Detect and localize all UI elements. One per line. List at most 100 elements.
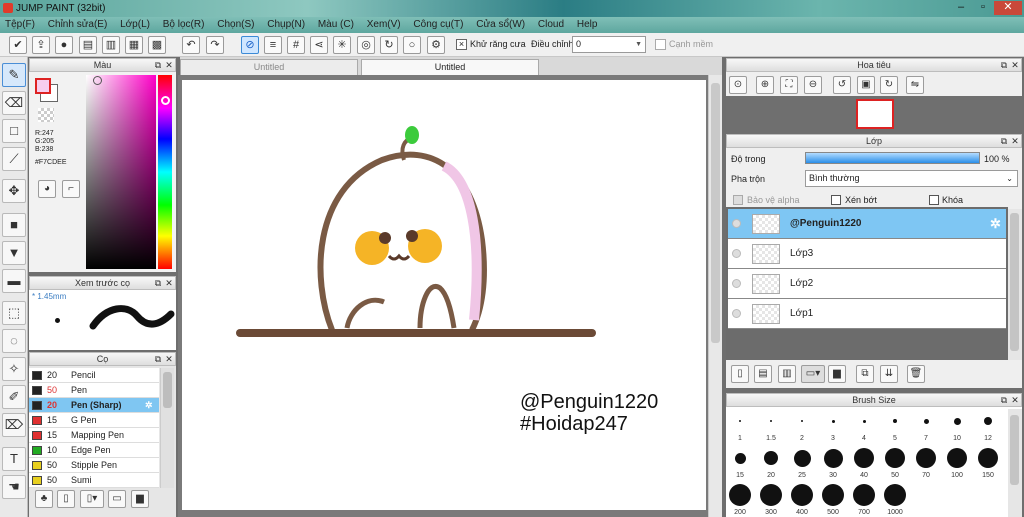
layer-row[interactable]: Lớp2 (728, 269, 1006, 299)
brush-size-dot[interactable] (801, 420, 803, 422)
menu-tools[interactable]: Công cụ(T) (408, 17, 468, 33)
brush-size-dot[interactable] (862, 419, 866, 423)
brush-item[interactable]: 50 Stipple Pen (29, 458, 159, 473)
brush-material-icon[interactable]: ♣ (35, 490, 53, 508)
share-icon[interactable]: ⇪ (32, 36, 50, 54)
reset-rotation-icon[interactable]: ▣ (857, 76, 875, 94)
close-panel-icon[interactable]: ✕ (164, 277, 174, 289)
menu-cloud[interactable]: Cloud (533, 17, 569, 33)
no-snap-icon[interactable]: ⊘ (241, 36, 259, 54)
hue-slider-handle[interactable] (161, 96, 170, 105)
cloud-icon[interactable]: ✔ (9, 36, 27, 54)
brush-list-scrollbar[interactable] (160, 368, 174, 488)
layer-folder-icon[interactable]: ▆ (828, 365, 846, 383)
brush-tool-icon[interactable]: ✎ (2, 63, 26, 87)
palette-icon[interactable]: ◕ (38, 180, 56, 198)
page-icon[interactable]: ▥ (102, 36, 120, 54)
scrollbar-thumb[interactable] (1010, 415, 1019, 485)
undock-icon[interactable]: ⧉ (999, 394, 1009, 406)
copy-brush-icon[interactable]: ▭ (108, 490, 126, 508)
rotate-left-icon[interactable]: ↺ (833, 76, 851, 94)
brush-size-scrollbar[interactable] (1008, 409, 1022, 517)
layer-list-scrollbar[interactable] (1008, 209, 1022, 360)
color-picker-cursor[interactable] (93, 76, 102, 85)
visibility-toggle[interactable] (732, 279, 741, 288)
grid-page-icon[interactable]: ▦ (125, 36, 143, 54)
brush-size-dot[interactable] (791, 484, 813, 506)
opacity-slider[interactable] (805, 152, 980, 164)
flip-icon[interactable]: ⇋ (906, 76, 924, 94)
scrollbar-thumb[interactable] (711, 83, 720, 343)
brush-size-dot[interactable] (793, 449, 811, 467)
eyedropper-icon[interactable]: ⌐ (62, 180, 80, 198)
visibility-toggle[interactable] (732, 249, 741, 258)
brush-item[interactable]: 50 Sumi (29, 473, 159, 488)
transparent-color-swatch[interactable] (38, 108, 54, 122)
menu-select[interactable]: Chọn(S) (212, 17, 259, 33)
close-panel-icon[interactable]: ✕ (1010, 135, 1020, 147)
menu-color[interactable]: Màu (C) (313, 17, 359, 33)
adjust-input[interactable]: 0 ▼ (572, 36, 646, 53)
brush-size-dot[interactable] (823, 448, 843, 468)
brush-size-dot[interactable] (978, 448, 998, 468)
brush-item[interactable]: 20 Pencil (29, 368, 159, 383)
zoom-out-icon[interactable]: ⊖ (804, 76, 822, 94)
brush-size-dot[interactable] (947, 448, 967, 468)
brush-size-dot[interactable] (853, 484, 875, 506)
brush-size-dot[interactable] (893, 419, 897, 423)
select-eraser-tool-icon[interactable]: ⌦ (2, 413, 26, 437)
layer-type-menu-icon[interactable]: ▭▾ (801, 365, 825, 383)
brush-size-dot[interactable] (770, 420, 772, 422)
layer-row[interactable]: @Penguin1220 ✲ (728, 209, 1006, 239)
brush-size-dot[interactable] (953, 417, 961, 425)
antialias-checkbox[interactable]: × (456, 39, 467, 50)
drawing-canvas[interactable]: @Penguin1220 #Hoidap247 (182, 80, 706, 510)
undock-icon[interactable]: ⧉ (153, 59, 163, 71)
navigator-thumbnail[interactable] (856, 99, 894, 129)
brush-item[interactable]: 10 Edge Pen (29, 443, 159, 458)
close-panel-icon[interactable]: ✕ (164, 353, 174, 365)
fill-rect-tool-icon[interactable]: ■ (2, 213, 26, 237)
scrollbar-thumb[interactable] (163, 372, 172, 408)
saturation-value-picker[interactable] (86, 75, 156, 269)
brush-size-dot[interactable] (764, 451, 778, 465)
brush-size-dot[interactable] (884, 484, 906, 506)
ring-snap-icon[interactable]: ○ (403, 36, 421, 54)
curve-snap-icon[interactable]: ↻ (380, 36, 398, 54)
menu-layer[interactable]: Lớp(L) (115, 17, 155, 33)
delete-layer-icon[interactable]: 🗑 (907, 365, 925, 383)
layer-row[interactable]: Lớp1 (728, 299, 1006, 329)
menu-help[interactable]: Help (572, 17, 603, 33)
close-panel-icon[interactable]: ✕ (1010, 59, 1020, 71)
message-icon[interactable]: ▤ (79, 36, 97, 54)
maximize-button[interactable]: ▫ (972, 1, 994, 15)
marquee-tool-icon[interactable]: ⬚ (2, 301, 26, 325)
select-rect-tool-icon[interactable]: □ (2, 119, 26, 143)
hand-tool-icon[interactable]: ☚ (2, 475, 26, 499)
redo-icon[interactable]: ↷ (206, 36, 224, 54)
close-panel-icon[interactable]: ✕ (1010, 394, 1020, 406)
minimize-button[interactable]: – (950, 1, 972, 15)
grid-snap-icon[interactable]: # (287, 36, 305, 54)
text-tool-icon[interactable]: T (2, 447, 26, 471)
undo-icon[interactable]: ↶ (182, 36, 200, 54)
lock-checkbox[interactable] (929, 195, 939, 205)
line-tool-icon[interactable]: ⟋ (2, 147, 26, 171)
fit-window-icon[interactable]: ⛶ (780, 76, 798, 94)
brush-size-dot[interactable] (984, 417, 992, 425)
blend-mode-select[interactable]: Bình thường ⌄ (805, 170, 1018, 187)
gradient-tool-icon[interactable]: ▬ (2, 269, 26, 293)
comment-icon[interactable]: ● (55, 36, 73, 54)
move-tool-icon[interactable]: ✥ (2, 179, 26, 203)
folder-icon[interactable]: ▆ (131, 490, 149, 508)
zoom-actual-icon[interactable]: ⊙ (729, 76, 747, 94)
menu-file[interactable]: Tệp(F) (0, 17, 40, 33)
lasso-tool-icon[interactable]: ◌ (2, 329, 26, 353)
brush-size-dot[interactable] (734, 452, 746, 464)
tiles-icon[interactable]: ▩ (148, 36, 166, 54)
duplicate-layer-icon[interactable]: ⧉ (856, 365, 874, 383)
undock-icon[interactable]: ⧉ (153, 277, 163, 289)
brush-size-dot[interactable] (831, 419, 835, 423)
bucket-tool-icon[interactable]: ▼ (2, 241, 26, 265)
brush-item[interactable]: 20 Pen (Sharp) ✲ (29, 398, 159, 413)
